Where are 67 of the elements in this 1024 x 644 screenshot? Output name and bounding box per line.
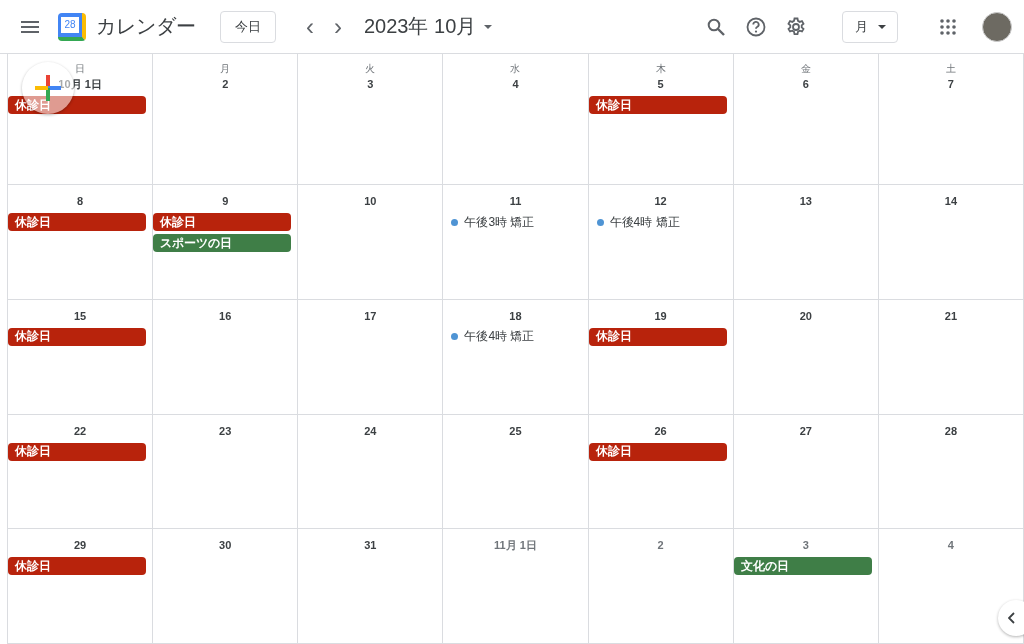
date-number[interactable]: 16 [219,307,232,324]
next-button[interactable]: › [324,12,352,41]
all-day-event[interactable]: 休診日 [588,327,727,346]
date-number[interactable]: 5 [657,76,664,92]
all-day-event[interactable]: スポーツの日 [153,234,292,252]
weekday-label: 月 [220,62,231,76]
date-number[interactable]: 12 [654,193,667,209]
date-number[interactable]: 24 [364,422,377,439]
timed-event[interactable]: 午後4時 矯正 [464,328,535,346]
avatar[interactable] [982,11,1012,42]
date-number[interactable]: 22 [73,422,87,439]
date-number[interactable]: 28 [944,422,958,439]
all-day-event[interactable]: 休診日 [8,327,147,346]
date-number[interactable]: 27 [799,422,812,439]
timed-event[interactable]: 午後3時 矯正 [464,213,535,231]
all-day-event[interactable]: 文化の日 [733,557,872,576]
weekday-label: 金 [800,62,811,76]
weekday-label: 火 [365,62,376,76]
calendar-logo: 28 [58,12,86,41]
date-number[interactable]: 15 [73,307,87,324]
all-day-event[interactable]: 休診日 [8,442,147,461]
date-number[interactable]: 14 [944,193,958,209]
month-title[interactable]: 2023年 10月 [364,13,493,40]
date-number[interactable]: 11月 1日 [494,537,537,554]
weekday-label: 土 [945,62,956,76]
date-number[interactable]: 2 [657,537,664,554]
date-number[interactable]: 18 [509,307,522,324]
all-day-event[interactable]: 休診日 [153,213,292,231]
chevron-left-icon [1008,612,1015,624]
date-number[interactable]: 11 [509,193,522,209]
date-number[interactable]: 25 [509,422,522,439]
caret-icon [484,24,493,29]
date-number[interactable]: 6 [802,76,809,92]
date-number[interactable]: 4 [947,537,954,554]
side-panel-toggle[interactable] [998,600,1024,636]
date-number[interactable]: 4 [512,76,519,92]
date-number[interactable]: 3 [802,537,809,554]
date-number[interactable]: 7 [947,76,954,92]
app-title: カレンダー [96,14,197,39]
caret-icon [877,24,886,29]
date-number[interactable]: 29 [73,537,87,554]
date-number[interactable]: 30 [219,537,232,554]
date-number[interactable]: 21 [944,307,958,324]
date-number[interactable]: 26 [654,422,667,439]
weekday-label: 木 [655,62,666,76]
date-number[interactable]: 10 [364,193,377,209]
date-number[interactable]: 3 [367,76,374,92]
today-button[interactable]: 今日 [220,10,276,43]
date-number[interactable]: 9 [222,193,229,209]
all-day-event[interactable]: 休診日 [8,557,147,576]
date-number[interactable]: 31 [364,537,377,554]
all-day-event[interactable]: 休診日 [588,442,727,461]
previous-button[interactable]: ‹ [296,12,324,41]
date-number[interactable]: 20 [799,307,812,324]
date-number[interactable]: 2 [222,76,229,92]
plus-icon [35,75,61,101]
date-number[interactable]: 23 [219,422,232,439]
timed-event[interactable]: 午後4時 矯正 [609,213,680,231]
view-selector[interactable]: 月 [842,10,898,43]
date-number[interactable]: 8 [77,193,84,209]
all-day-event[interactable]: 休診日 [8,213,147,231]
weekday-label: 水 [510,62,521,76]
weekday-label: 日 [75,62,86,76]
date-number[interactable]: 17 [364,307,377,324]
date-number[interactable]: 19 [654,307,667,324]
all-day-event[interactable]: 休診日 [588,96,727,114]
date-number[interactable]: 13 [799,193,812,209]
